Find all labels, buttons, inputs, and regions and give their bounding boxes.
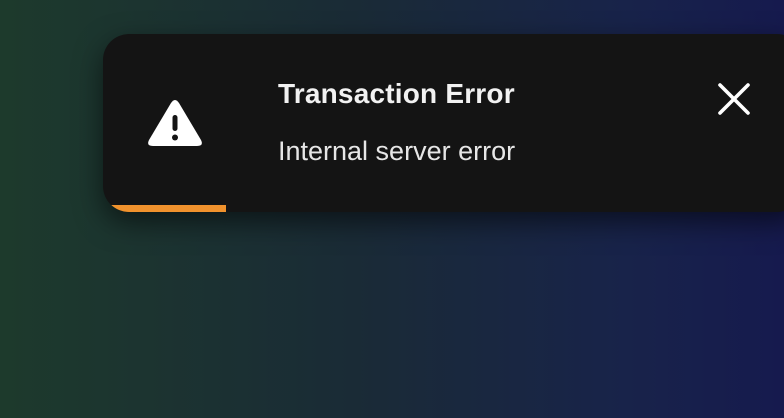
close-icon[interactable] <box>715 80 753 118</box>
error-toast: Transaction Error Internal server error <box>103 34 784 212</box>
toast-message: Internal server error <box>278 136 516 166</box>
toast-progress-bar <box>103 205 784 212</box>
toast-progress-fill <box>103 205 226 212</box>
toast-title: Transaction Error <box>278 78 515 109</box>
warning-triangle-icon <box>148 100 202 146</box>
